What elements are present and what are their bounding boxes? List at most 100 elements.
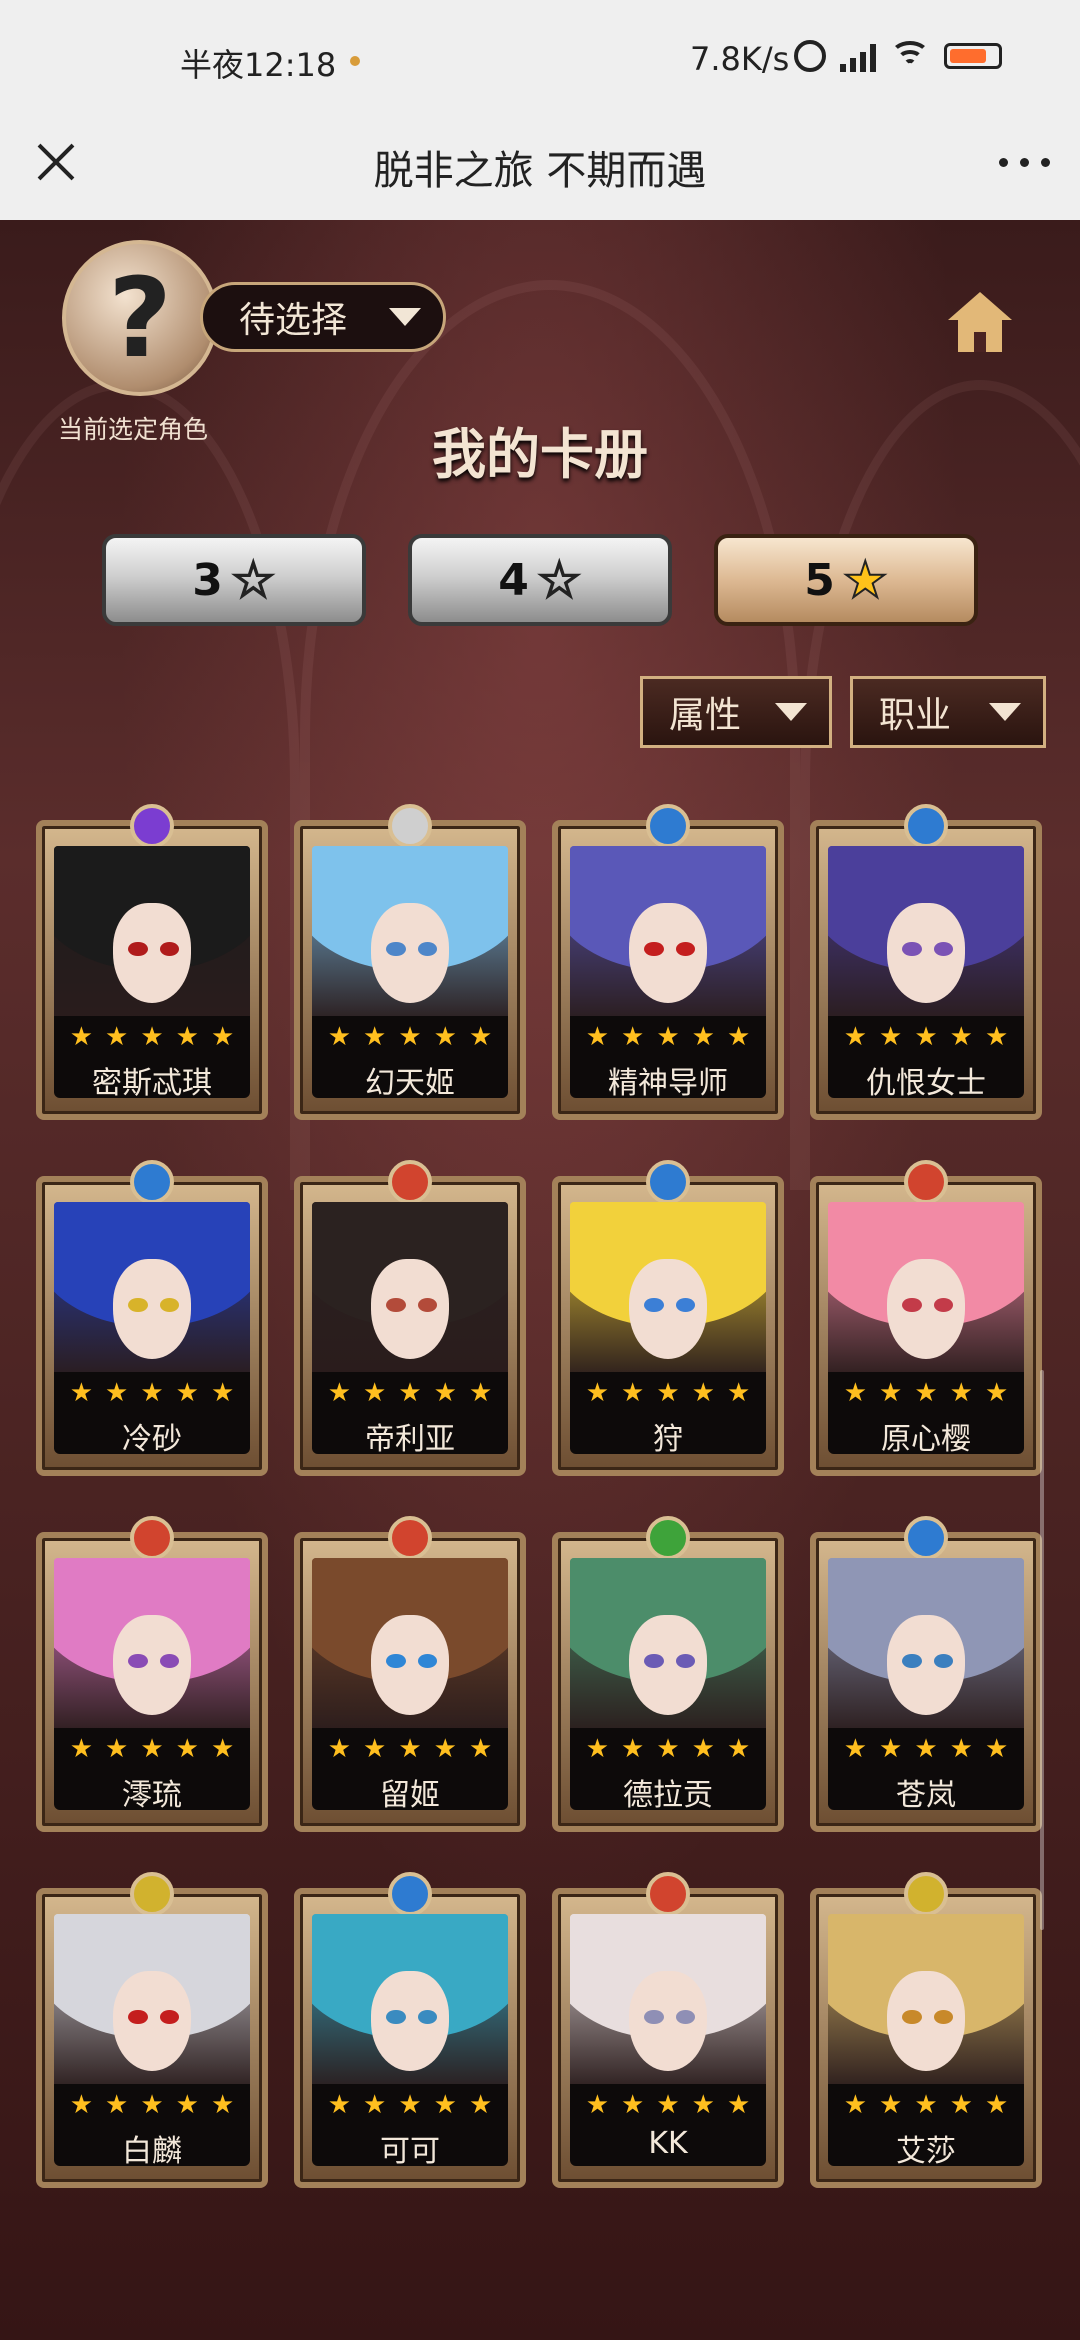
status-net-speed: 7.8K/s	[690, 40, 790, 78]
character-portrait	[312, 1202, 508, 1380]
star-icon: ★	[468, 1734, 493, 1764]
star-icon: ★	[726, 1734, 751, 1764]
star-icon: ★	[621, 1378, 645, 1408]
more-options-button[interactable]	[999, 158, 1050, 167]
card-name: KK	[648, 2126, 688, 2161]
tier-3-star-button[interactable]: 3 ☆	[102, 534, 366, 626]
star-icon: ★	[398, 1378, 422, 1408]
star-icon: ★	[140, 1378, 164, 1408]
star-icon: ★	[621, 1022, 645, 1052]
card-stars: ★ ★ ★ ★ ★	[570, 1378, 766, 1408]
star-icon: ★	[585, 2090, 610, 2120]
home-button[interactable]	[948, 292, 1012, 356]
portrait-face	[628, 1258, 708, 1359]
card-nameplate: ★ ★ ★ ★ ★ 澪琉	[54, 1728, 250, 1813]
card-nameplate: ★ ★ ★ ★ ★ 密斯忒琪	[54, 1016, 250, 1101]
character-portrait	[570, 1914, 766, 2092]
job-filter-dropdown[interactable]: 职业	[850, 676, 1046, 748]
card-nameplate: ★ ★ ★ ★ ★ 狩	[570, 1372, 766, 1457]
character-card[interactable]: ★ ★ ★ ★ ★ 幻天姬	[294, 804, 526, 1120]
element-icon	[388, 804, 432, 848]
portrait-face	[112, 1614, 192, 1715]
character-card[interactable]: ★ ★ ★ ★ ★ 冷砂	[36, 1160, 268, 1476]
card-grid: ★ ★ ★ ★ ★ 密斯忒琪 ★ ★ ★ ★ ★ 幻天姬 ★ ★ ★ ★ ★ 精神导师 ★ ★ ★ ★ ★ 仇恨女士 ★ ★ ★ ★ ★…	[36, 804, 1046, 2188]
star-icon: ★	[656, 2090, 680, 2120]
tier-4-star-button[interactable]: 4 ☆	[408, 534, 672, 626]
page-title: 脱非之旅 不期而遇	[373, 148, 707, 194]
card-name: 留姬	[380, 1778, 440, 1813]
chevron-down-icon	[989, 703, 1021, 721]
star-icon: ★	[69, 2090, 94, 2120]
star-icon: ★	[398, 1022, 422, 1052]
character-card[interactable]: ★ ★ ★ ★ ★ 精神导师	[552, 804, 784, 1120]
element-icon	[646, 1516, 690, 1560]
card-nameplate: ★ ★ ★ ★ ★ 白麟	[54, 2084, 250, 2169]
status-icons	[794, 40, 1002, 72]
star-icon: ★	[105, 1734, 129, 1764]
selected-character-avatar[interactable]: ?	[62, 240, 218, 396]
character-portrait	[570, 846, 766, 1024]
character-portrait	[54, 1202, 250, 1380]
character-card[interactable]: ★ ★ ★ ★ ★ 帝利亚	[294, 1160, 526, 1476]
character-select-dropdown[interactable]: 待选择	[200, 282, 446, 352]
star-outline-icon: ☆	[230, 551, 277, 609]
character-card[interactable]: ★ ★ ★ ★ ★ 白麟	[36, 1872, 268, 2188]
character-card[interactable]: ★ ★ ★ ★ ★ 留姬	[294, 1516, 526, 1832]
card-stars: ★ ★ ★ ★ ★	[570, 1734, 766, 1764]
element-icon	[904, 1160, 948, 1204]
portrait-face	[628, 1614, 708, 1715]
element-icon	[388, 1516, 432, 1560]
star-icon: ★	[843, 1378, 868, 1408]
tier-label: 5	[804, 554, 835, 606]
star-icon: ★	[468, 1378, 493, 1408]
star-icon: ★	[140, 1022, 164, 1052]
star-icon: ★	[691, 2090, 715, 2120]
character-card[interactable]: ★ ★ ★ ★ ★ 澪琉	[36, 1516, 268, 1832]
card-stars: ★ ★ ★ ★ ★	[312, 2090, 508, 2120]
card-nameplate: ★ ★ ★ ★ ★ 幻天姬	[312, 1016, 508, 1101]
star-icon: ★	[879, 1378, 903, 1408]
character-card[interactable]: ★ ★ ★ ★ ★ 狩	[552, 1160, 784, 1476]
character-card[interactable]: ★ ★ ★ ★ ★ 艾莎	[810, 1872, 1042, 2188]
tier-5-star-button[interactable]: 5 ★	[714, 534, 978, 626]
card-name: 密斯忒琪	[92, 1066, 212, 1101]
portrait-face	[370, 902, 450, 1003]
card-stars: ★ ★ ★ ★ ★	[828, 1378, 1024, 1408]
wifi-icon	[890, 41, 930, 71]
alarm-icon	[794, 40, 826, 72]
card-name: 帝利亚	[365, 1422, 455, 1457]
card-stars: ★ ★ ★ ★ ★	[828, 2090, 1024, 2120]
title-bar: 脱非之旅 不期而遇	[0, 112, 1080, 221]
star-icon: ★	[210, 2090, 235, 2120]
star-icon: ★	[327, 2090, 352, 2120]
element-icon	[904, 1872, 948, 1916]
star-icon: ★	[105, 1022, 129, 1052]
star-icon: ★	[69, 1022, 94, 1052]
star-icon: ★	[69, 1734, 94, 1764]
star-icon: ★	[433, 1378, 457, 1408]
portrait-face	[886, 1258, 966, 1359]
star-icon: ★	[175, 1378, 199, 1408]
star-icon: ★	[843, 1734, 868, 1764]
star-icon: ★	[843, 2090, 868, 2120]
character-card[interactable]: ★ ★ ★ ★ ★ 德拉贡	[552, 1516, 784, 1832]
star-icon: ★	[691, 1022, 715, 1052]
character-card[interactable]: ★ ★ ★ ★ ★ 原心樱	[810, 1160, 1042, 1476]
card-nameplate: ★ ★ ★ ★ ★ 原心樱	[828, 1372, 1024, 1457]
attribute-filter-label: 属性	[669, 695, 742, 736]
star-icon: ★	[105, 2090, 129, 2120]
scrollbar[interactable]	[1040, 1370, 1044, 1930]
star-icon: ★	[105, 1378, 129, 1408]
character-card[interactable]: ★ ★ ★ ★ ★ 仇恨女士	[810, 804, 1042, 1120]
element-icon	[388, 1872, 432, 1916]
character-card[interactable]: ★ ★ ★ ★ ★ 密斯忒琪	[36, 804, 268, 1120]
star-icon: ★	[691, 1734, 715, 1764]
character-card[interactable]: ★ ★ ★ ★ ★ 可可	[294, 1872, 526, 2188]
job-filter-label: 职业	[879, 695, 952, 736]
character-card[interactable]: ★ ★ ★ ★ ★ KK	[552, 1872, 784, 2188]
attribute-filter-dropdown[interactable]: 属性	[640, 676, 832, 748]
star-icon: ★	[914, 1734, 938, 1764]
character-card[interactable]: ★ ★ ★ ★ ★ 苍岚	[810, 1516, 1042, 1832]
portrait-face	[370, 1970, 450, 2071]
battery-icon	[944, 43, 1002, 69]
